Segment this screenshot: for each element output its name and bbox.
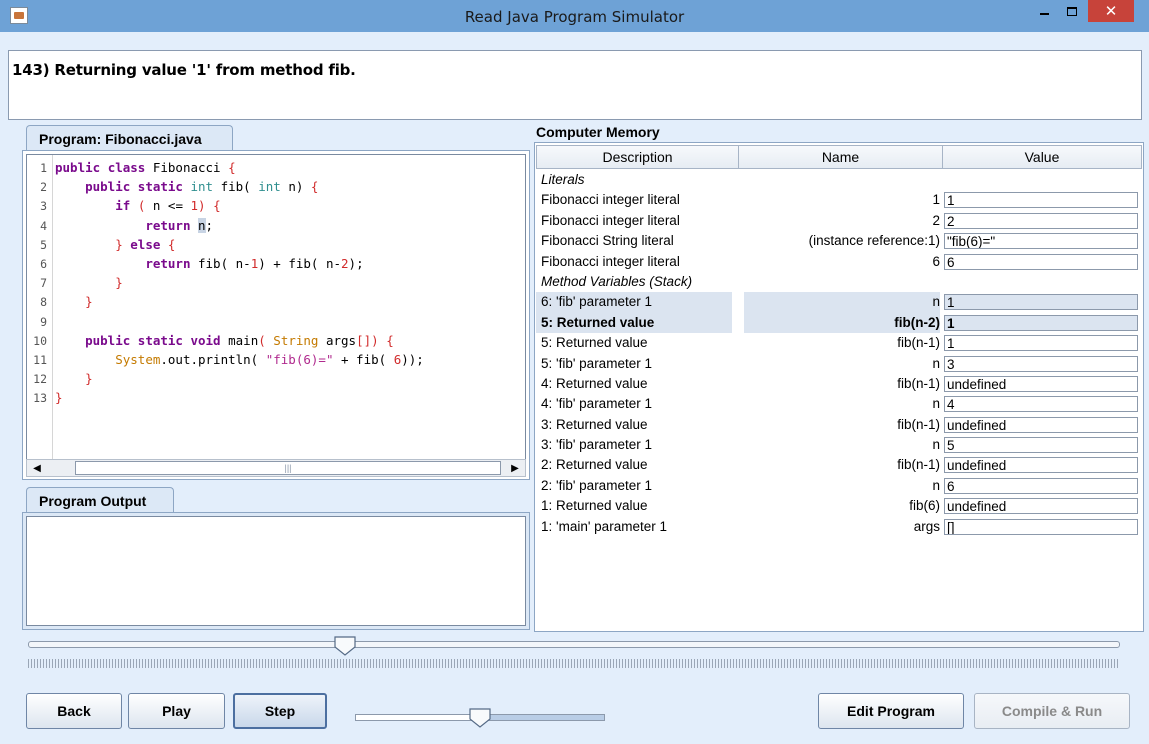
table-row[interactable]: Fibonacci integer literal 2 2 <box>536 211 1142 231</box>
close-button[interactable]: ✕ <box>1088 0 1134 22</box>
table-row[interactable]: 1: Returned value fib(6) undefined <box>536 496 1142 516</box>
code-line: 4 return n; <box>40 217 214 233</box>
code-line: 10 public static void main( String args[… <box>33 332 394 348</box>
maximize-button[interactable] <box>1058 0 1086 22</box>
speed-slider-fill <box>480 715 604 720</box>
code-line: 11 System.out.println( "fib(6)=" + fib( … <box>33 351 424 367</box>
minimize-icon <box>1039 13 1049 15</box>
memory-title: Computer Memory <box>536 124 660 140</box>
execution-timeline-slider[interactable] <box>28 641 1120 648</box>
column-name[interactable]: Name <box>739 145 943 169</box>
code-line: 2 public static int fib( int n) { <box>40 179 319 195</box>
table-row[interactable]: Fibonacci integer literal 6 6 <box>536 252 1142 272</box>
arrow-left-icon[interactable]: ◀ <box>27 460 47 476</box>
table-row-current[interactable]: 5: Returned value fib(n-2) 1 <box>536 312 1142 334</box>
table-row[interactable]: 5: Returned value fib(n-1) 1 <box>536 333 1142 353</box>
arrow-right-icon[interactable]: ▶ <box>505 460 525 476</box>
table-row[interactable]: 2: 'fib' parameter 1n6 <box>536 476 1142 496</box>
memory-table-header: Description Name Value <box>536 145 1142 169</box>
speed-slider-thumb[interactable] <box>469 708 491 728</box>
table-row[interactable]: Fibonacci integer literal 1 1 <box>536 190 1142 210</box>
table-row[interactable]: Fibonacci String literal (instance refere… <box>536 231 1142 251</box>
compile-run-button[interactable]: Compile & Run <box>974 693 1130 729</box>
play-button[interactable]: Play <box>128 693 225 729</box>
code-line: 6 return fib( n-1) + fib( n-2); <box>40 255 364 271</box>
maximize-icon <box>1067 6 1077 16</box>
table-row[interactable]: 3: 'fib' parameter 1n5 <box>536 435 1142 455</box>
code-line: 8 } <box>40 294 93 310</box>
edit-program-button[interactable]: Edit Program <box>818 693 964 729</box>
code-line: 12 } <box>33 371 93 387</box>
table-row[interactable]: 4: Returned value fib(n-1) undefined <box>536 374 1142 394</box>
table-row[interactable]: 4: 'fib' parameter 1n4 <box>536 394 1142 414</box>
status-message: 143) Returning value '1' from method fib… <box>12 61 356 79</box>
table-row[interactable]: 6: 'fib' parameter 1n1 <box>536 292 1142 313</box>
code-line: 9 <box>40 314 47 329</box>
code-line: 3 if ( n <= 1) { <box>40 198 221 214</box>
column-value[interactable]: Value <box>943 145 1142 169</box>
column-description[interactable]: Description <box>536 145 739 169</box>
program-output-area[interactable] <box>26 516 526 626</box>
code-line: 1 public class Fibonacci { <box>40 160 236 175</box>
window-title: Read Java Program Simulator <box>464 8 685 26</box>
table-row[interactable]: 5: 'fib' parameter 1n3 <box>536 354 1142 374</box>
back-button[interactable]: Back <box>26 693 122 729</box>
table-row[interactable]: 2: Returned value fib(n-1) undefined <box>536 455 1142 475</box>
table-row[interactable]: 3: Returned value fib(n-1) undefined <box>536 415 1142 435</box>
tab-program-output[interactable]: Program Output <box>26 487 174 513</box>
section-literals: Literals <box>541 172 585 187</box>
tab-program[interactable]: Program: Fibonacci.java <box>26 125 233 151</box>
code-line: 13} <box>33 390 63 406</box>
timeline-slider-thumb[interactable] <box>334 636 356 656</box>
scrollbar-thumb[interactable]: ||| <box>75 461 501 475</box>
timeline-ticks <box>28 659 1120 668</box>
memory-table-body: Literals Fibonacci integer literal 1 1 Fib… <box>536 170 1142 537</box>
code-line: 7 } <box>40 275 123 291</box>
step-button[interactable]: Step <box>233 693 327 729</box>
section-method-variables: Method Variables (Stack) <box>541 273 693 289</box>
close-icon: ✕ <box>1104 2 1118 20</box>
minimize-button[interactable] <box>1030 0 1058 22</box>
code-editor[interactable]: 1 public class Fibonacci { 2 public stati… <box>26 154 526 460</box>
code-line: 5 } else { <box>40 236 176 252</box>
table-row[interactable]: 1: 'main' parameter 1 args[] <box>536 517 1142 537</box>
code-horizontal-scrollbar[interactable]: ◀ ||| ▶ <box>26 459 526 477</box>
